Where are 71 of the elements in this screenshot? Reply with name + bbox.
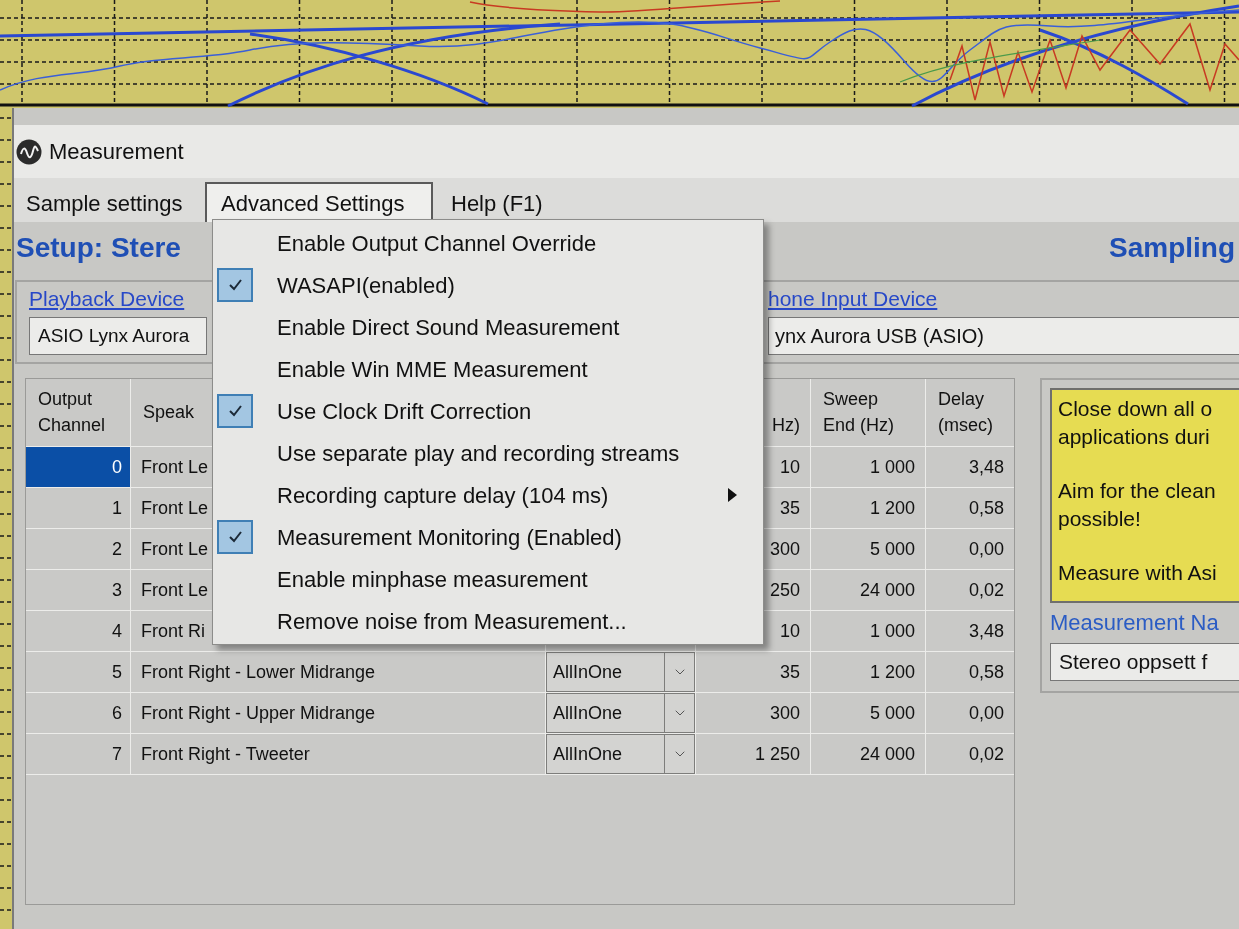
menu-bar-item[interactable]: Advanced Settings (205, 182, 433, 222)
table-cell-text: 35 (779, 660, 800, 684)
menu-item[interactable]: Enable Direct Sound Measurement (213, 306, 763, 348)
device-field[interactable]: ynx Aurora USB (ASIO) (768, 317, 1239, 355)
table-cell-text: 300 (769, 701, 800, 725)
table-cell-text: Front Right - Lower Midrange (141, 660, 376, 684)
table-cell[interactable]: 3 (26, 570, 131, 610)
note-text: Close down all o applications duri (1058, 396, 1214, 450)
table-cell-text: 0,02 (968, 742, 1004, 766)
table-cell-text: 0,00 (968, 701, 1004, 725)
table-cell[interactable]: 2 (26, 529, 131, 569)
table-cell[interactable]: 6 (26, 693, 131, 733)
column-header: Delay (msec) (938, 388, 994, 437)
menu-item[interactable]: Recording capture delay (104 ms) (213, 474, 763, 516)
column-header: Output Channel (38, 388, 107, 437)
table-cell-text: Front Le (141, 496, 209, 520)
table-cell[interactable]: 1 (26, 488, 131, 528)
table-cell-text: 10 (779, 619, 800, 643)
table-cell-text: Front Le (141, 578, 209, 602)
note-text: Measure with Asi (1058, 560, 1218, 586)
menu-item[interactable]: Use separate play and recording streams (213, 432, 763, 474)
device-link[interactable]: hone Input Device (768, 285, 938, 312)
table-cell-text: 10 (779, 455, 800, 479)
table-cell-text: Front Le (141, 455, 209, 479)
table-cell-text: 3,48 (968, 455, 1004, 479)
table-cell-text: 0,00 (968, 537, 1004, 561)
menu-item[interactable]: Enable Output Channel Override (213, 222, 763, 264)
table-cell-text: 24 000 (859, 578, 915, 602)
device-field[interactable]: ASIO Lynx Aurora (29, 317, 207, 355)
table-cell-text: 0,02 (968, 578, 1004, 602)
table-cell[interactable]: 4 (26, 611, 131, 651)
table-cell-text: 24 000 (859, 742, 915, 766)
table-cell[interactable]: 5 (26, 652, 131, 692)
menu-bar-item[interactable]: Sample settings (14, 182, 205, 222)
table-cell-text: 250 (769, 578, 800, 602)
table-cell-text: 1 200 (869, 660, 915, 684)
table-cell-text: 1 200 (869, 496, 915, 520)
table-cell-text: 5 000 (869, 537, 915, 561)
menu-item[interactable]: WASAPI(enabled) (213, 264, 763, 306)
device-link[interactable]: Playback Device (29, 285, 185, 312)
caret-right-icon (728, 488, 737, 502)
note-text: Aim for the clean possible! (1058, 478, 1217, 532)
menu-item[interactable]: Remove noise from Measurement... (213, 600, 763, 642)
table-cell-text: 35 (779, 496, 800, 520)
column-header: Sweep End (Hz) (823, 388, 895, 437)
table-cell-text: 1 000 (869, 455, 915, 479)
table-cell-text: 5 000 (869, 701, 915, 725)
table-cell-text: 1 250 (754, 742, 800, 766)
menu-bar-item[interactable]: Help (F1) (433, 182, 557, 222)
table-cell-text: Front Ri (141, 619, 205, 643)
table-cell-text: 1 000 (869, 619, 915, 643)
sampling-title: Sampling (1109, 231, 1235, 265)
menu-item[interactable]: Enable Win MME Measurement (213, 348, 763, 390)
name-field[interactable]: Stereo oppsett f (1050, 643, 1239, 681)
table-cell-text: Front Right - Upper Midrange (141, 701, 376, 725)
menu-item[interactable]: Enable minphase measurement (213, 558, 763, 600)
window-title: Measurement (49, 138, 184, 166)
setup-title: Setup: Stere (16, 231, 181, 265)
table-cell-text: 300 (769, 537, 800, 561)
table-cell[interactable]: 7 (26, 734, 131, 774)
table-cell-text: 0,58 (968, 660, 1004, 684)
column-header: Speak (143, 401, 195, 424)
table-cell-text: Front Le (141, 537, 209, 561)
table-cell[interactable]: 0 (26, 447, 131, 487)
table-cell-text: Front Right - Tweeter (141, 742, 310, 766)
column-header: Hz) (772, 414, 800, 437)
table-cell-text: 3,48 (968, 619, 1004, 643)
menu-item[interactable]: Use Clock Drift Correction (213, 390, 763, 432)
menu-item[interactable]: Measurement Monitoring (Enabled) (213, 516, 763, 558)
table-cell-text: 0,58 (968, 496, 1004, 520)
field-label: Measurement Na (1050, 609, 1219, 637)
